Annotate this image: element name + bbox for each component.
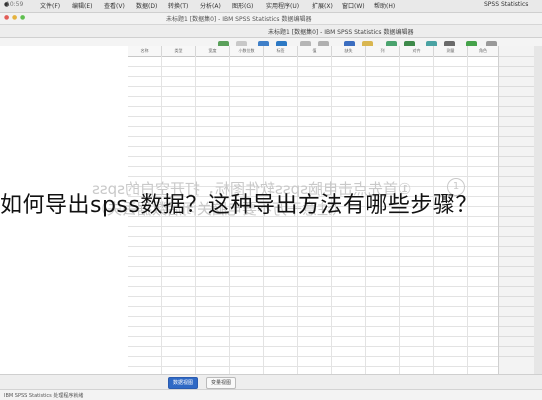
- column-header-columns[interactable]: 列: [366, 46, 400, 57]
- row-number-divider: [499, 256, 535, 257]
- column-header-align[interactable]: 对齐: [400, 46, 434, 57]
- row-number-divider: [499, 136, 535, 137]
- column-header-missing[interactable]: 缺失: [332, 46, 366, 57]
- mac-menu-bar: ● SPSS Statistics 文件(F) 编辑(E) 查看(V) 数据(D…: [0, 0, 542, 13]
- row-number-divider: [499, 246, 535, 247]
- row-number-divider: [499, 106, 535, 107]
- window-title: 未标题1 [数据集0] - IBM SPSS Statistics 数据编辑器: [166, 16, 312, 23]
- column-header-values[interactable]: 值: [298, 46, 332, 57]
- menu-item-analyze[interactable]: 分析(A): [200, 1, 221, 10]
- grid-row-line: [128, 276, 498, 277]
- column-header-width[interactable]: 宽度: [196, 46, 230, 57]
- tab-variable-view[interactable]: 变量视图: [206, 377, 237, 389]
- row-number-divider: [499, 96, 535, 97]
- row-number-divider: [499, 176, 535, 177]
- row-number-divider: [499, 116, 535, 117]
- column-header-measure[interactable]: 测量: [434, 46, 468, 57]
- menu-item-file[interactable]: 文件(F): [40, 1, 60, 10]
- grid-row-line: [128, 246, 498, 247]
- grid-row-line: [128, 146, 498, 147]
- close-window-icon[interactable]: ●: [4, 14, 9, 21]
- row-number-divider: [499, 196, 535, 197]
- window-title-bar: ● ● ● 未标题1 [数据集0] - IBM SPSS Statistics …: [0, 13, 542, 25]
- grid-row-line: [128, 306, 498, 307]
- headline-question-text: 如何导出spss数据？这种导出方法有哪些步骤？: [0, 193, 478, 218]
- menu-item-utilities[interactable]: 实用程序(U): [266, 1, 299, 10]
- grid-row-line: [128, 336, 498, 337]
- row-number-divider: [499, 56, 535, 57]
- grid-row-line: [128, 346, 498, 347]
- grid-row-line: [128, 156, 498, 157]
- spss-data-editor-window: ● SPSS Statistics 文件(F) 编辑(E) 查看(V) 数据(D…: [0, 0, 542, 400]
- row-number-divider: [499, 156, 535, 157]
- column-header-name[interactable]: 名称: [128, 46, 162, 57]
- row-number-divider: [499, 336, 535, 337]
- menu-item-transform[interactable]: 转换(T): [168, 1, 188, 10]
- row-number-divider: [499, 296, 535, 297]
- vertical-scrollbar[interactable]: [534, 46, 542, 374]
- row-number-divider: [499, 66, 535, 67]
- row-number-divider: [499, 306, 535, 307]
- grid-row-line: [128, 236, 498, 237]
- row-number-divider: [499, 186, 535, 187]
- row-number-divider: [499, 126, 535, 127]
- grid-row-line: [128, 166, 498, 167]
- row-number-divider: [499, 286, 535, 287]
- grid-row-line: [128, 266, 498, 267]
- grid-row-line: [128, 126, 498, 127]
- menu-item-window[interactable]: 窗口(W): [342, 1, 365, 10]
- grid-row-line: [128, 66, 498, 67]
- menu-item-data[interactable]: 数据(D): [136, 1, 157, 10]
- column-header-type[interactable]: 类型: [162, 46, 196, 57]
- column-header-decimals[interactable]: 小数位数: [230, 46, 264, 57]
- grid-row-line: [128, 226, 498, 227]
- document-title: 未标题1 [数据集0] - IBM SPSS Statistics 数据编辑器: [268, 29, 414, 36]
- row-number-divider: [499, 356, 535, 357]
- grid-row-line: [128, 86, 498, 87]
- row-number-divider: [499, 326, 535, 327]
- row-number-divider: [499, 346, 535, 347]
- minimize-window-icon[interactable]: ●: [12, 14, 17, 21]
- view-tabs: 数据视图 变量视图: [0, 374, 542, 389]
- grid-row-line: [128, 356, 498, 357]
- grid-row-line: [128, 96, 498, 97]
- status-text: IBM SPSS Statistics 处理程序就绪: [4, 393, 84, 399]
- grid-row-line: [128, 176, 498, 177]
- row-number-divider: [499, 266, 535, 267]
- row-number-divider: [499, 166, 535, 167]
- row-number-divider: [499, 206, 535, 207]
- menu-item-view[interactable]: 查看(V): [104, 1, 125, 10]
- grid-row-line: [128, 326, 498, 327]
- grid-row-line: [128, 256, 498, 257]
- menu-item-graphs[interactable]: 图形(G): [232, 1, 253, 10]
- clock-label: 10:59: [6, 1, 24, 8]
- row-number-divider: [499, 226, 535, 227]
- grid-row-line: [128, 286, 498, 287]
- menu-item-extensions[interactable]: 扩展(X): [312, 1, 333, 10]
- grid-row-line: [128, 106, 498, 107]
- grid-row-line: [128, 76, 498, 77]
- zoom-window-icon[interactable]: ●: [20, 14, 25, 21]
- row-number-divider: [499, 86, 535, 87]
- menu-item-edit[interactable]: 编辑(E): [72, 1, 92, 10]
- row-number-divider: [499, 316, 535, 317]
- status-bar: IBM SPSS Statistics 处理程序就绪: [0, 389, 542, 400]
- row-number-divider: [499, 146, 535, 147]
- app-name[interactable]: SPSS Statistics: [484, 1, 528, 8]
- grid-row-line: [128, 366, 498, 367]
- row-number-divider: [499, 276, 535, 277]
- row-number-divider: [499, 76, 535, 77]
- grid-row-line: [128, 136, 498, 137]
- grid-row-line: [128, 116, 498, 117]
- grid-row-line: [128, 316, 498, 317]
- row-number-divider: [499, 216, 535, 217]
- column-header-label[interactable]: 标签: [264, 46, 298, 57]
- document-title-bar: 未标题1 [数据集0] - IBM SPSS Statistics 数据编辑器: [0, 25, 542, 38]
- row-number-divider: [499, 236, 535, 237]
- grid-row-line: [128, 296, 498, 297]
- column-header-role[interactable]: 角色: [468, 46, 498, 57]
- tab-data-view[interactable]: 数据视图: [168, 377, 199, 389]
- menu-item-help[interactable]: 帮助(H): [374, 1, 395, 10]
